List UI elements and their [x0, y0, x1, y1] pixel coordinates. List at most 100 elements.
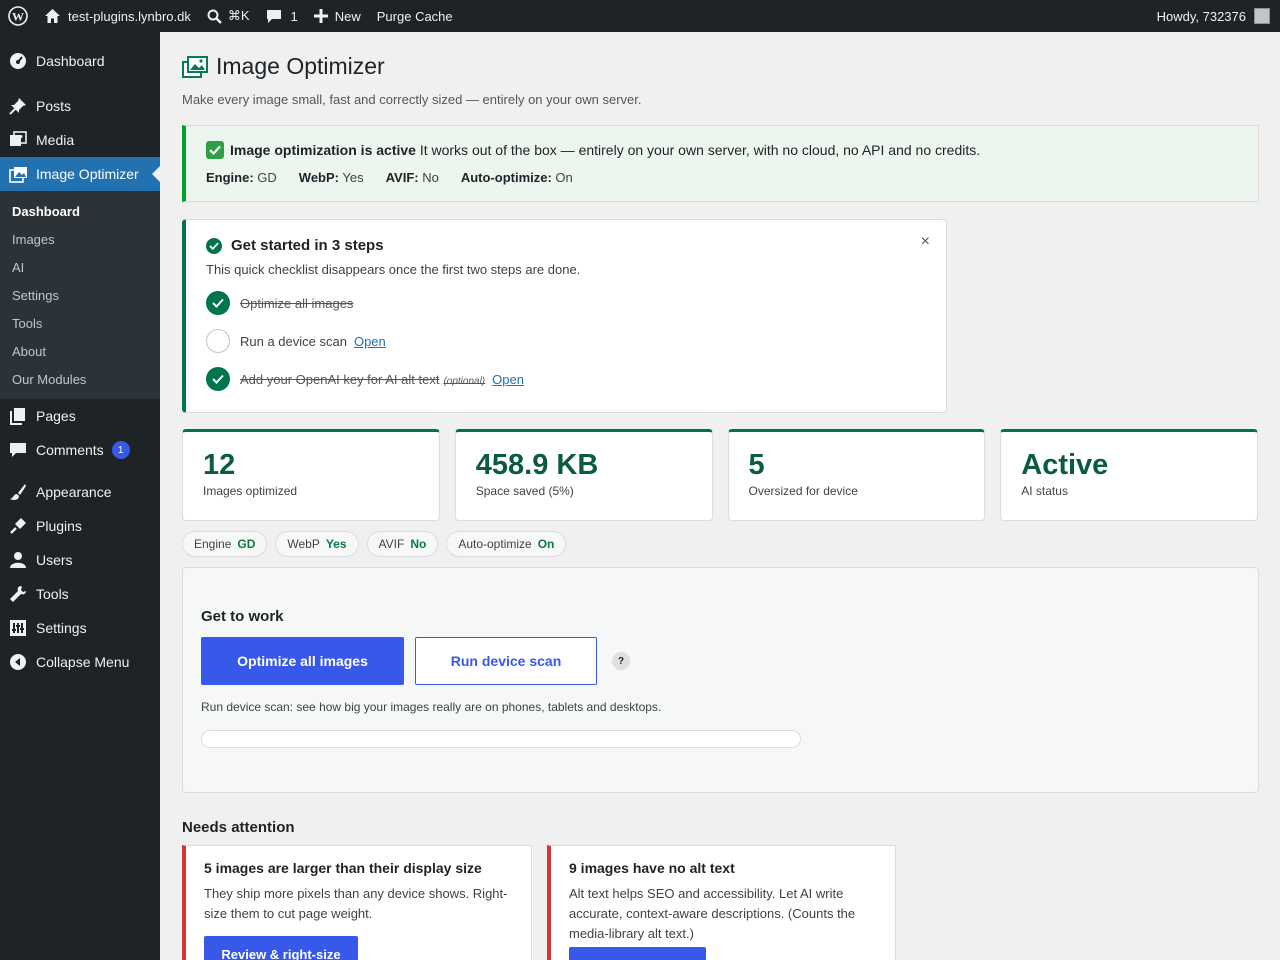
notice-text: It works out of the box — entirely on yo… [415, 142, 981, 158]
sidebar-item-label: Posts [36, 98, 72, 114]
wordpress-logo-icon[interactable]: W [0, 0, 36, 32]
pill-avif: AVIF No [366, 531, 439, 557]
command-search[interactable]: ⌘K [199, 0, 258, 32]
stat-label: Images optimized [203, 484, 298, 498]
submenu-item-dashboard[interactable]: Dashboard [0, 197, 160, 225]
purge-cache-label: Purge Cache [376, 8, 453, 24]
collapse-arrow-icon [8, 652, 28, 672]
stat-value: 12 [203, 449, 236, 481]
sidebar-item-settings[interactable]: Settings [0, 611, 160, 645]
admin-bar: W test-plugins.lynbro.dk ⌘K 1 New Purge … [0, 0, 1280, 32]
site-name-link[interactable]: test-plugins.lynbro.dk [36, 0, 199, 32]
attention-cards: 5 images are larger than their display s… [182, 845, 1258, 960]
sidebar-item-users[interactable]: Users [0, 543, 160, 577]
user-icon [8, 550, 28, 570]
sidebar-item-tools[interactable]: Tools [0, 577, 160, 611]
sidebar-item-label: Media [36, 132, 75, 148]
attention-card-title: 5 images are larger than their display s… [204, 860, 482, 876]
check-circle-icon [206, 291, 230, 315]
check-circle-icon [206, 237, 222, 254]
collapse-menu-button[interactable]: Collapse Menu [0, 645, 160, 679]
attention-card-alt-text: 9 images have no alt text Alt text helps… [547, 845, 896, 960]
get-to-work-panel: Get to work Optimize all images Run devi… [182, 567, 1259, 793]
checklist-step-optimize: Optimize all images [206, 291, 926, 315]
new-content-link[interactable]: New [306, 0, 369, 32]
sidebar-item-label: Tools [36, 586, 69, 602]
empty-circle-icon [206, 329, 230, 353]
media-icon [8, 130, 28, 150]
main-content: Image Optimizer Make every image small, … [160, 32, 1280, 960]
image-optimizer-submenu: Dashboard Images AI Settings Tools About… [0, 191, 160, 399]
purge-cache-link[interactable]: Purge Cache [369, 0, 461, 32]
checklist-step-openai-key: Add your OpenAI key for AI alt text (opti… [206, 367, 926, 391]
work-description: Run device scan: see how big your images… [201, 700, 662, 714]
checklist-step-device-scan: Run a device scan Open [206, 329, 926, 353]
optimize-all-button[interactable]: Optimize all images [201, 637, 404, 685]
stat-value: Active [1021, 449, 1109, 481]
sidebar-item-label: Pages [36, 408, 76, 424]
avatar [1254, 8, 1270, 24]
pill-webp: WebP Yes [275, 531, 359, 557]
stat-card-oversized: 5 Oversized for device [727, 429, 986, 521]
submenu-item-our-modules[interactable]: Our Modules [0, 365, 160, 393]
submenu-item-tools[interactable]: Tools [0, 309, 160, 337]
run-device-scan-button[interactable]: Run device scan [415, 637, 597, 685]
account-menu[interactable]: Howdy, 732376 [1149, 0, 1280, 32]
attention-card-title: 9 images have no alt text [569, 860, 735, 876]
comment-bubble-icon [8, 440, 28, 460]
sidebar-item-dashboard[interactable]: Dashboard [0, 44, 160, 78]
progress-bar [201, 730, 801, 748]
sidebar-item-pages[interactable]: Pages [0, 399, 160, 433]
stats-row: 12 Images optimized 458.9 KB Space saved… [182, 429, 1258, 521]
admin-sidebar: Dashboard Posts Media Image Optimizer Da… [0, 32, 160, 960]
review-right-size-button[interactable]: Review & right-size [204, 936, 358, 960]
submenu-item-ai[interactable]: AI [0, 253, 160, 281]
stat-value: 5 [748, 449, 765, 481]
stat-card-space-saved: 458.9 KB Space saved (5%) [454, 429, 713, 521]
sidebar-item-plugins[interactable]: Plugins [0, 509, 160, 543]
check-mark-icon [206, 141, 224, 159]
notice-webp: WebP: Yes [298, 170, 364, 185]
wrench-icon [8, 584, 28, 604]
svg-text:W: W [12, 10, 24, 24]
checklist-description: This quick checklist disappears once the… [206, 262, 581, 277]
page-title: Image Optimizer [216, 53, 385, 79]
site-name: test-plugins.lynbro.dk [68, 8, 191, 24]
optional-tag: (optional) [443, 375, 486, 387]
settings-sliders-icon [8, 618, 28, 638]
sidebar-item-comments[interactable]: Comments 1 [0, 433, 160, 467]
submenu-item-about[interactable]: About [0, 337, 160, 365]
generate-alt-text-button[interactable] [569, 947, 706, 960]
images-icon [8, 164, 28, 184]
sidebar-item-label: Settings [36, 620, 87, 636]
sidebar-item-media[interactable]: Media [0, 123, 160, 157]
pushpin-icon [8, 96, 28, 116]
get-to-work-title: Get to work [201, 608, 284, 625]
submenu-item-settings[interactable]: Settings [0, 281, 160, 309]
plug-icon [8, 516, 28, 536]
open-device-scan-link[interactable]: Open [354, 334, 386, 349]
stat-label: AI status [1021, 484, 1068, 498]
comments-count: 1 [290, 8, 298, 24]
comment-bubble-icon [266, 9, 282, 24]
open-openai-key-link[interactable]: Open [492, 372, 524, 387]
sidebar-item-appearance[interactable]: Appearance [0, 475, 160, 509]
close-icon[interactable]: × [921, 233, 930, 251]
comments-link[interactable]: 1 [258, 0, 306, 32]
step-label: Run a device scan [240, 333, 347, 349]
capability-pills: Engine GD WebP Yes AVIF No Auto-optimize On [182, 531, 1258, 557]
dashboard-gauge-icon [8, 51, 28, 71]
page-header: Image Optimizer [182, 53, 1258, 80]
step-label: Optimize all images [240, 295, 354, 311]
image-optimizer-icon [182, 55, 208, 78]
sidebar-item-image-optimizer[interactable]: Image Optimizer [0, 157, 160, 191]
notice-headline: Image optimization is active [230, 142, 416, 158]
help-icon[interactable]: ? [612, 652, 630, 670]
pill-engine: Engine GD [182, 531, 268, 557]
submenu-item-images[interactable]: Images [0, 225, 160, 253]
sidebar-item-posts[interactable]: Posts [0, 89, 160, 123]
sidebar-item-label: Dashboard [36, 53, 105, 69]
sidebar-item-label: Users [36, 552, 73, 568]
page-subtitle: Make every image small, fast and correct… [182, 92, 642, 107]
needs-attention-title: Needs attention [182, 819, 295, 836]
